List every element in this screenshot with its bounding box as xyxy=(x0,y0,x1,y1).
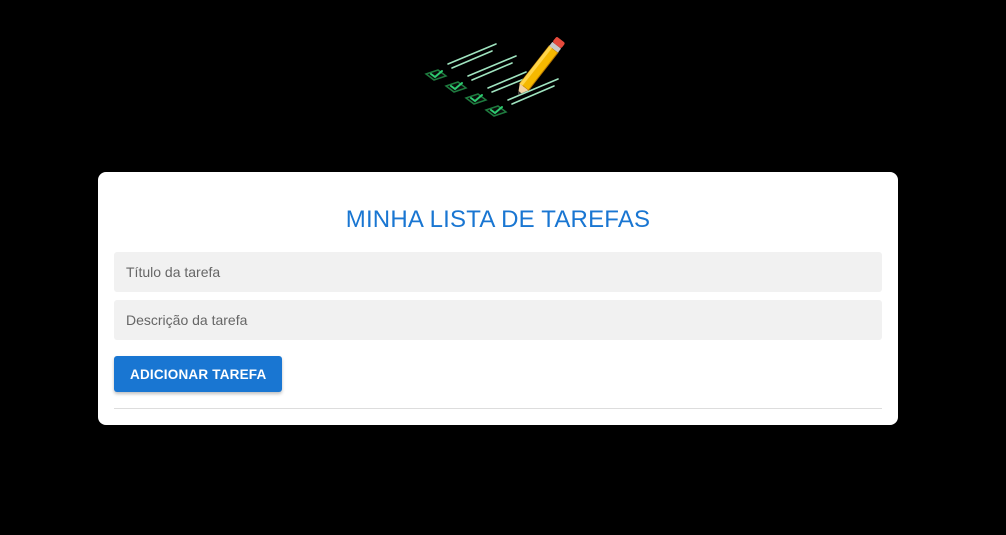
task-description-input[interactable] xyxy=(114,300,882,340)
checklist-with-pencil-icon xyxy=(424,37,565,117)
app-page: MINHA LISTA DE TAREFAS ADICIONAR TAREFA xyxy=(0,0,1006,535)
page-title: MINHA LISTA DE TAREFAS xyxy=(345,206,651,233)
task-form-card: MINHA LISTA DE TAREFAS ADICIONAR TAREFA xyxy=(98,172,898,425)
task-title-input[interactable] xyxy=(114,252,882,292)
divider xyxy=(114,408,882,409)
add-task-button[interactable]: ADICIONAR TAREFA xyxy=(114,356,283,392)
